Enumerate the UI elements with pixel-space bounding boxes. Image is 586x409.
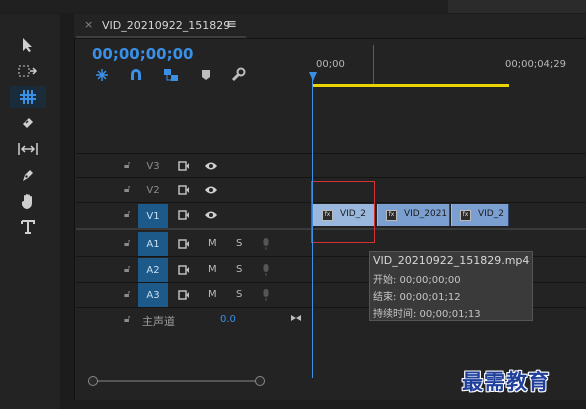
toggle-output-eye-icon[interactable] (203, 207, 219, 223)
toggle-sync-icon[interactable] (176, 158, 192, 174)
watermark-logo: 最需教育 (462, 369, 550, 394)
tooltip-start: 开始: 00;00;00;00 (373, 275, 461, 286)
tooltip-duration: 持续时间: 00;00;01;13 (373, 309, 481, 320)
tooltip-end: 结束: 00;00;01;12 (373, 292, 461, 303)
solo-button[interactable]: S (236, 238, 242, 249)
track-label-targeted[interactable]: A2 (138, 258, 168, 282)
track-select-icon[interactable] (10, 60, 46, 82)
razor-icon[interactable] (10, 112, 46, 134)
track-label[interactable]: V3 (138, 155, 168, 177)
slip-tool-icon[interactable] (10, 138, 46, 160)
track-header-v3: 🔓︎ V3 (76, 154, 310, 178)
work-area-bar[interactable] (313, 84, 509, 87)
playhead-line[interactable] (312, 74, 313, 378)
toggle-sync-icon[interactable] (176, 236, 192, 252)
track-lock-icon[interactable]: 🔓︎ (124, 289, 130, 300)
toggle-sync-icon[interactable] (176, 262, 192, 278)
track-header-a2: 🔓︎ A2 M S (76, 258, 310, 282)
fx-badge-icon: fx (460, 210, 471, 221)
tooltip-filename: VID_20210922_151829.mp4 (373, 254, 530, 267)
ruler-end-label: 00;00;04;29 (505, 59, 567, 70)
solo-button[interactable]: S (236, 289, 242, 300)
nest-toggle-icon[interactable] (93, 67, 111, 83)
video-clip[interactable]: fx VID_2 (451, 204, 509, 226)
selection-highlight-box (311, 181, 375, 243)
mute-button[interactable]: M (208, 238, 217, 249)
master-track-label: 主声道 (142, 315, 175, 328)
toggle-output-eye-icon[interactable] (203, 182, 219, 198)
pen-tool-icon[interactable] (10, 164, 46, 186)
track-lock-icon[interactable]: 🔓︎ (124, 160, 130, 171)
track-lock-icon[interactable]: 🔓︎ (124, 264, 130, 275)
tools-panel (0, 14, 60, 409)
toggle-sync-icon[interactable] (176, 182, 192, 198)
tab-menu-icon[interactable]: ≡ (226, 17, 237, 32)
zoom-scrollbar-left-handle[interactable] (88, 376, 98, 386)
zoom-scrollbar-right-handle[interactable] (255, 376, 265, 386)
toggle-sync-icon[interactable] (176, 287, 192, 303)
sequence-tab-title: VID_20210922_151829 (102, 19, 231, 32)
voiceover-mic-icon[interactable] (258, 236, 274, 252)
track-label-targeted[interactable]: V1 (138, 204, 168, 228)
ruler-tick (373, 45, 374, 85)
selection-tool-icon[interactable] (10, 34, 46, 56)
go-to-in-out-icon[interactable] (288, 310, 304, 326)
clip-label: VID_2 (478, 209, 504, 219)
ruler-start-label: 00;00 (316, 59, 345, 70)
zoom-scrollbar[interactable] (92, 380, 260, 382)
playhead-timecode[interactable]: 00;00;00;00 (92, 45, 194, 63)
voiceover-mic-icon[interactable] (258, 287, 274, 303)
track-lock-icon[interactable]: 🔓︎ (124, 238, 130, 249)
toggle-sync-icon[interactable] (176, 207, 192, 223)
fx-badge-icon: fx (386, 210, 397, 221)
toggle-output-eye-icon[interactable] (203, 158, 219, 174)
track-label-targeted[interactable]: A3 (138, 283, 168, 307)
track-header-master: 🔓︎ 主声道 0.0 (76, 308, 310, 332)
track-lock-icon[interactable]: 🔓︎ (124, 209, 130, 220)
solo-button[interactable]: S (236, 264, 242, 275)
clip-label: VID_2021 (404, 209, 448, 219)
mute-button[interactable]: M (208, 264, 217, 275)
track-lock-icon[interactable]: 🔓︎ (124, 314, 130, 325)
top-panel-edge (448, 0, 586, 13)
tab-underline (76, 36, 246, 38)
ripple-edit-icon[interactable] (10, 86, 46, 108)
track-header-v2: 🔓︎ V2 (76, 178, 310, 202)
add-marker-icon[interactable] (197, 67, 215, 83)
track-label-targeted[interactable]: A1 (138, 232, 168, 256)
timeline-settings-wrench-icon[interactable] (229, 67, 247, 83)
track-header-v1: 🔓︎ V1 (76, 203, 310, 228)
track-label[interactable]: V2 (138, 179, 168, 201)
type-tool-icon[interactable] (10, 216, 46, 238)
snap-icon[interactable] (127, 67, 145, 83)
linked-selection-icon[interactable] (162, 67, 180, 83)
tab-close-icon[interactable]: × (84, 18, 93, 31)
track-lock-icon[interactable]: 🔓︎ (124, 184, 130, 195)
track-header-a1: 🔓︎ A1 M S (76, 232, 310, 256)
mute-button[interactable]: M (208, 289, 217, 300)
master-volume-value[interactable]: 0.0 (220, 314, 236, 325)
playhead-handle-icon[interactable] (309, 72, 317, 81)
voiceover-mic-icon[interactable] (258, 262, 274, 278)
hand-tool-icon[interactable] (10, 190, 46, 212)
video-clip[interactable]: fx VID_2021 (377, 204, 450, 226)
track-header-a3: 🔓︎ A3 M S (76, 283, 310, 307)
